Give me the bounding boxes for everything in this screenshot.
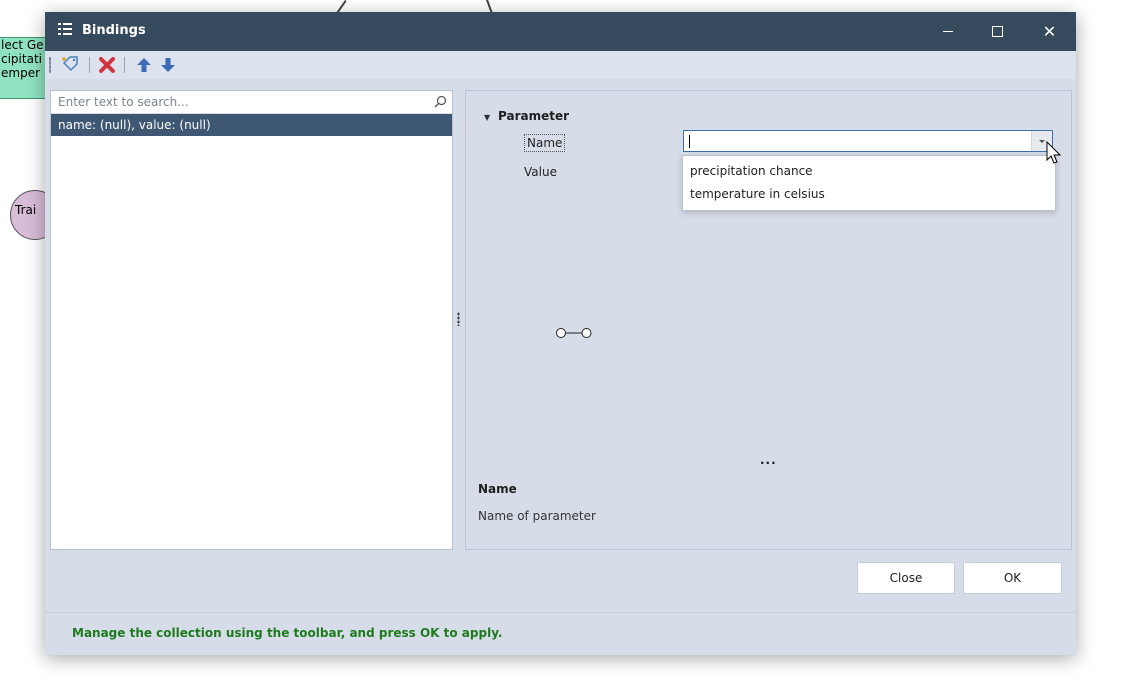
canvas-node-text: Trai bbox=[15, 203, 37, 217]
name-dropdown-list: precipitation chance temperature in cels… bbox=[682, 155, 1056, 211]
minimize-icon bbox=[942, 30, 953, 32]
ok-button[interactable]: OK bbox=[963, 562, 1062, 594]
close-window-button[interactable]: ✕ bbox=[1027, 12, 1072, 51]
maximize-button[interactable] bbox=[975, 12, 1020, 51]
mouse-pointer-icon bbox=[1046, 141, 1062, 164]
search-input[interactable] bbox=[51, 91, 428, 113]
move-down-button[interactable] bbox=[158, 55, 178, 75]
help-resize-handle[interactable]: ... bbox=[760, 453, 777, 467]
delete-item-button[interactable] bbox=[97, 55, 117, 75]
help-title: Name bbox=[478, 482, 517, 496]
list-item[interactable]: name: (null), value: (null) bbox=[51, 114, 452, 136]
add-tag-icon bbox=[62, 56, 78, 72]
move-up-icon bbox=[137, 58, 151, 72]
dropdown-option[interactable]: precipitation chance bbox=[690, 160, 813, 182]
close-button[interactable]: Close bbox=[857, 562, 955, 594]
maximize-icon bbox=[992, 25, 1003, 37]
delete-icon bbox=[99, 57, 115, 73]
section-title[interactable]: Parameter bbox=[498, 109, 569, 123]
property-grid-panel: ▼ Parameter Name Value precipitation cha… bbox=[465, 90, 1072, 550]
bindings-dialog: Bindings ✕ Enter text to search... name:… bbox=[45, 12, 1076, 655]
status-bar: Manage the collection using the toolbar,… bbox=[45, 612, 1076, 655]
connector-icon bbox=[556, 328, 592, 338]
move-up-button[interactable] bbox=[134, 55, 154, 75]
collapse-caret-icon[interactable]: ▼ bbox=[484, 113, 490, 122]
minimize-button[interactable] bbox=[925, 12, 970, 51]
name-property-label[interactable]: Name bbox=[524, 134, 566, 152]
toolbar-separator bbox=[124, 57, 125, 73]
title-bar[interactable]: Bindings ✕ bbox=[45, 12, 1076, 51]
help-description: Name of parameter bbox=[478, 509, 596, 523]
dropdown-option[interactable]: temperature in celsius bbox=[690, 183, 825, 205]
toolbar bbox=[45, 51, 1076, 79]
value-property-label[interactable]: Value bbox=[524, 165, 557, 179]
dialog-title: Bindings bbox=[82, 23, 146, 38]
splitter-handle[interactable] bbox=[457, 312, 460, 326]
status-message: Manage the collection using the toolbar,… bbox=[72, 626, 503, 640]
text-caret bbox=[689, 135, 690, 148]
search-box bbox=[51, 91, 452, 114]
add-item-button[interactable] bbox=[60, 55, 80, 75]
move-down-icon bbox=[161, 58, 175, 72]
list-icon bbox=[58, 22, 72, 36]
collection-list-panel: name: (null), value: (null) bbox=[50, 90, 453, 550]
toolbar-grip[interactable] bbox=[49, 57, 51, 73]
close-icon: ✕ bbox=[1042, 22, 1057, 41]
search-icon bbox=[434, 95, 447, 108]
toolbar-separator bbox=[89, 57, 90, 73]
name-combobox[interactable] bbox=[683, 130, 1053, 152]
